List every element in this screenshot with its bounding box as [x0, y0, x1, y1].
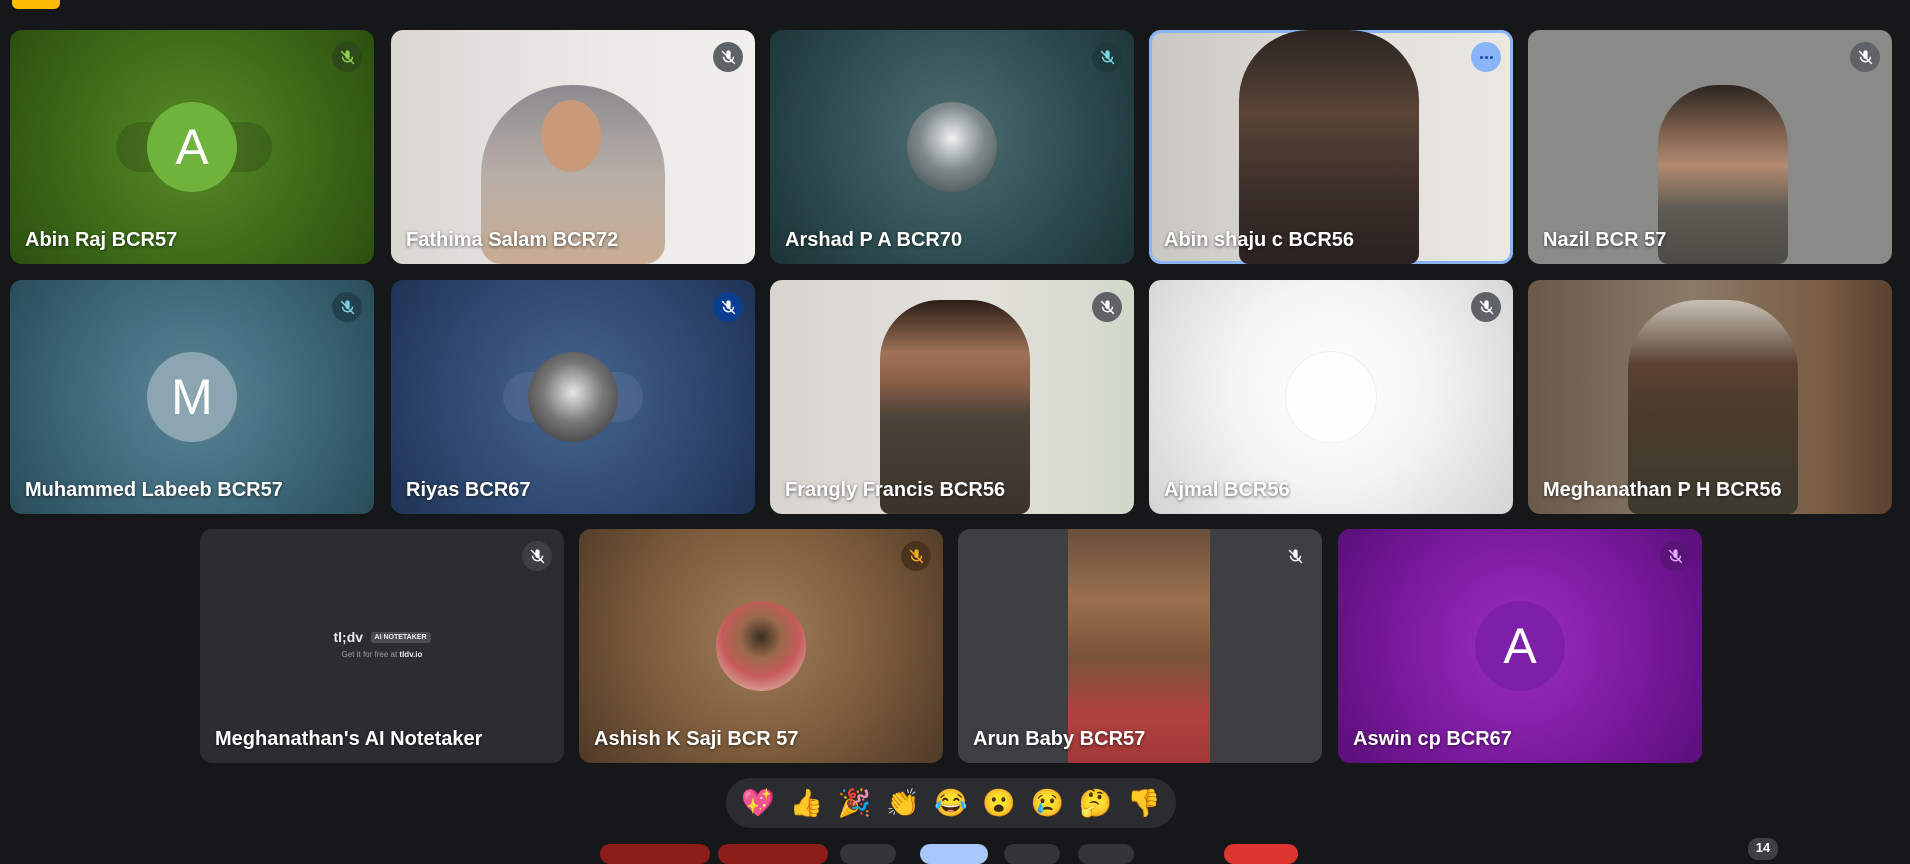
reaction-thumbs-down[interactable]: 👎 — [1127, 787, 1161, 819]
participant-tile[interactable]: tl;dv AI NOTETAKER Get it for free at tl… — [200, 529, 564, 763]
participant-tile[interactable]: Ashish K Saji BCR 57 — [579, 529, 943, 763]
reaction-surprised[interactable]: 😮 — [982, 787, 1016, 819]
present-button[interactable] — [1004, 844, 1060, 864]
avatar: A — [147, 102, 237, 192]
participant-tile[interactable]: Meghanathan P H BCR56 — [1528, 280, 1892, 514]
captions-button[interactable] — [840, 844, 896, 864]
mic-off-icon — [713, 42, 743, 72]
avatar — [907, 102, 997, 192]
leave-call-button[interactable] — [1224, 844, 1298, 864]
mic-off-icon — [1092, 42, 1122, 72]
reaction-clapping[interactable]: 👏 — [886, 787, 920, 819]
participant-name: Riyas BCR67 — [406, 479, 531, 501]
mic-off-icon — [522, 541, 552, 571]
participant-name: Arshad P A BCR70 — [785, 229, 963, 251]
reaction-thumbs-up[interactable]: 👍 — [790, 787, 824, 819]
participant-tile[interactable]: Frangly Francis BCR56 — [770, 280, 1134, 514]
raise-hand-indicator[interactable] — [12, 0, 60, 9]
participant-video — [1658, 85, 1788, 264]
participant-name: Nazil BCR 57 — [1543, 229, 1667, 251]
mic-off-icon — [1471, 292, 1501, 322]
participant-name: Muhammed Labeeb BCR57 — [25, 479, 283, 501]
mic-toggle-button[interactable] — [600, 844, 710, 864]
participant-name: Fathima Salam BCR72 — [406, 229, 619, 251]
participant-name: Abin shaju c BCR56 — [1164, 229, 1355, 251]
notetaker-logo: tl;dv AI NOTETAKER Get it for free at tl… — [200, 629, 564, 659]
participant-name: Meghanathan P H BCR56 — [1543, 479, 1782, 501]
avatar — [716, 601, 806, 691]
participant-tile[interactable]: Nazil BCR 57 — [1528, 30, 1892, 264]
participant-name: Meghanathan's AI Notetaker — [215, 728, 483, 750]
reaction-sad[interactable]: 😢 — [1031, 787, 1065, 819]
reaction-laughing[interactable]: 😂 — [934, 787, 968, 819]
participant-name: Arun Baby BCR57 — [973, 728, 1146, 750]
camera-toggle-button[interactable] — [718, 844, 828, 864]
participant-name: Frangly Francis BCR56 — [785, 479, 1006, 501]
reactions-bar: 💖 👍 🎉 👏 😂 😮 😢 🤔 👎 — [726, 778, 1176, 828]
participant-tile[interactable]: A Aswin cp BCR67 — [1338, 529, 1702, 763]
mic-off-icon — [901, 541, 931, 571]
participant-tile[interactable]: Ajmal BCR56 — [1149, 280, 1513, 514]
avatar — [1286, 352, 1376, 442]
participant-tile[interactable]: Arshad P A BCR70 — [770, 30, 1134, 264]
participant-name: Abin Raj BCR57 — [25, 229, 178, 251]
more-options-button[interactable] — [1078, 844, 1134, 864]
mic-off-icon — [713, 292, 743, 322]
participant-count-badge: 14 — [1748, 838, 1778, 860]
mic-off-icon — [1280, 541, 1310, 571]
mic-off-icon — [332, 42, 362, 72]
participant-tile[interactable]: A Abin Raj BCR57 — [10, 30, 374, 264]
participant-tile[interactable]: Arun Baby BCR57 — [958, 529, 1322, 763]
reaction-sparkling-heart[interactable]: 💖 — [741, 787, 775, 819]
reaction-party-popper[interactable]: 🎉 — [838, 787, 872, 819]
mic-off-icon — [332, 292, 362, 322]
participant-name: Ashish K Saji BCR 57 — [594, 728, 799, 750]
reaction-thinking[interactable]: 🤔 — [1079, 787, 1113, 819]
participant-tile[interactable]: M Muhammed Labeeb BCR57 — [10, 280, 374, 514]
participant-name: Aswin cp BCR67 — [1353, 728, 1512, 750]
participant-tile[interactable]: Fathima Salam BCR72 — [391, 30, 755, 264]
mic-off-icon — [1092, 292, 1122, 322]
participant-tile[interactable]: Riyas BCR67 — [391, 280, 755, 514]
avatar: A — [1475, 601, 1565, 691]
avatar: M — [147, 352, 237, 442]
mic-off-icon — [1660, 541, 1690, 571]
more-options-icon[interactable] — [1471, 42, 1501, 72]
raise-hand-button[interactable] — [920, 844, 988, 864]
avatar — [528, 352, 618, 442]
participant-tile-active-speaker[interactable]: Abin shaju c BCR56 — [1149, 30, 1513, 264]
mic-off-icon — [1850, 42, 1880, 72]
participant-name: Ajmal BCR56 — [1164, 479, 1290, 501]
